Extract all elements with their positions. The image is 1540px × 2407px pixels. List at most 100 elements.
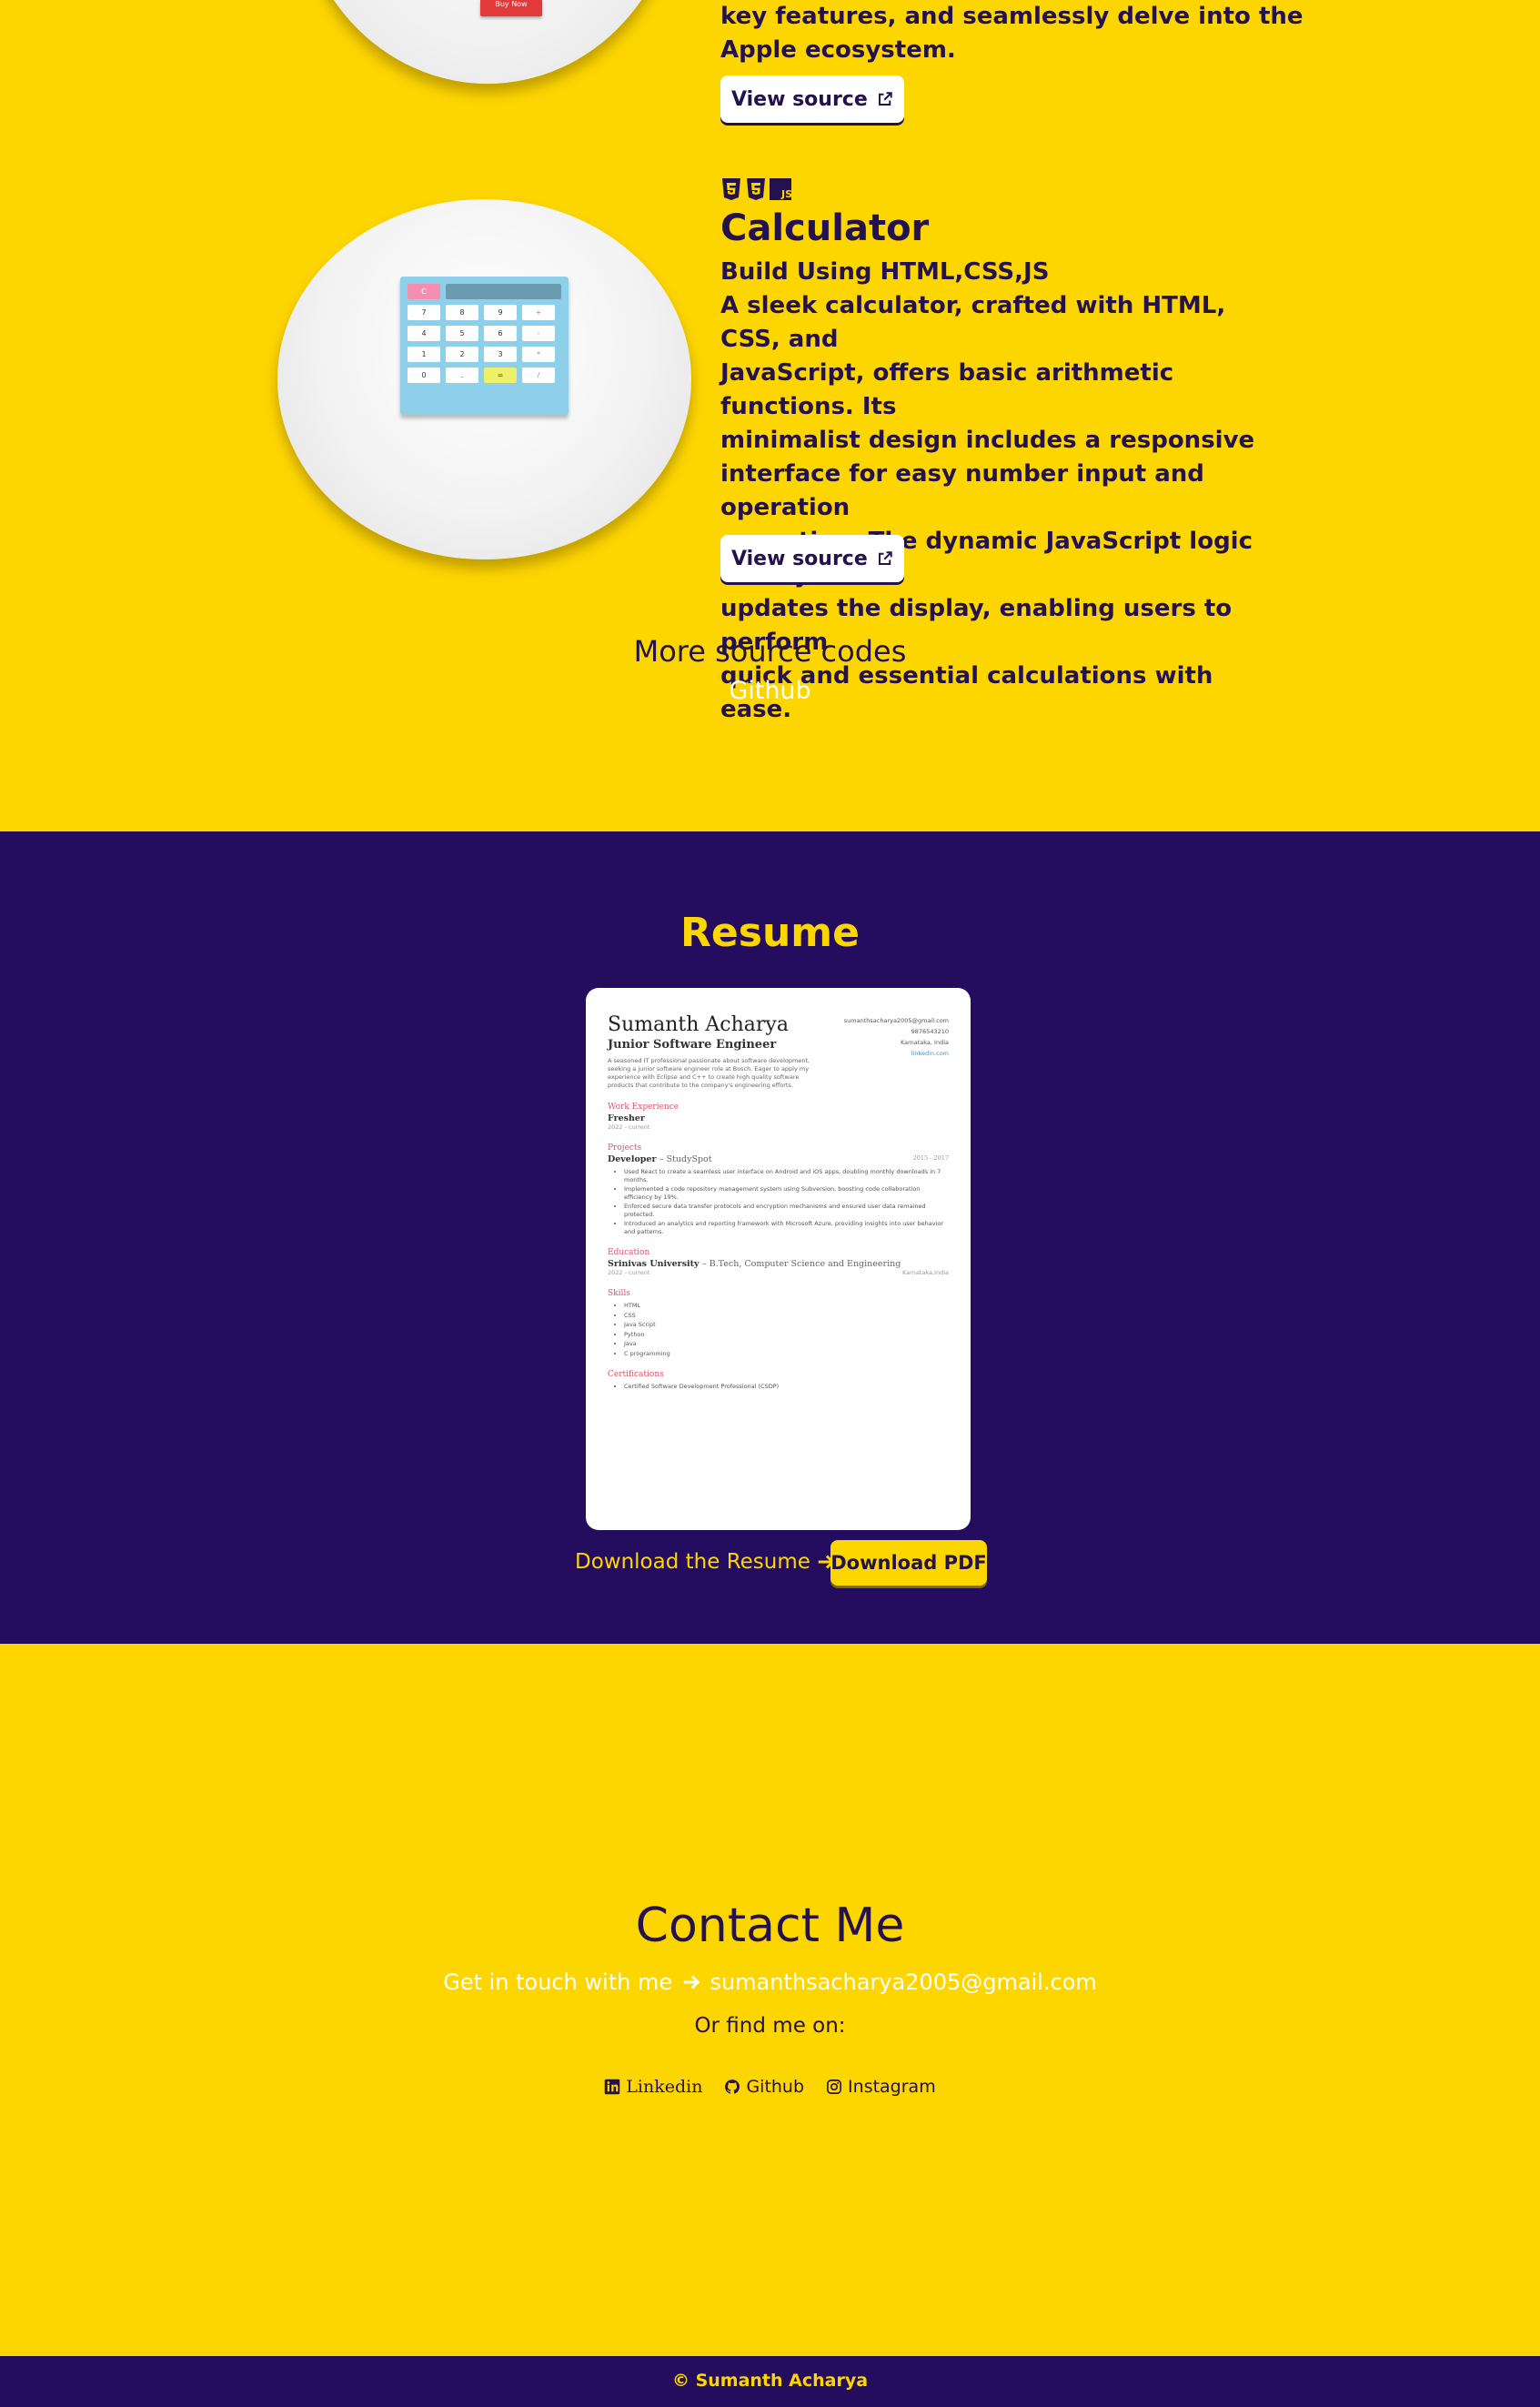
list-item: HTML — [624, 1302, 949, 1310]
resume-heading: Resume — [680, 910, 860, 956]
resume-project-role: Developer — [608, 1154, 657, 1164]
resume-project-name: StudySpot — [666, 1154, 712, 1164]
calc-desc-line: A sleek calculator, crafted with HTML, C… — [720, 292, 1226, 353]
calc-desc-line: interface for easy number input and oper… — [720, 460, 1204, 521]
projects-section: Buy Now key features, and seamlessly del… — [0, 0, 1540, 831]
resume-certifications-heading: Certifications — [608, 1370, 664, 1379]
calc-key: 0 — [408, 368, 440, 383]
more-source-codes-heading: More source codes — [633, 634, 907, 669]
github-icon — [725, 2080, 740, 2094]
arrow-right-icon — [683, 1975, 700, 1989]
calc-display — [446, 284, 561, 299]
list-item: Python — [624, 1331, 949, 1339]
resume-linkedin: linkedin.com — [911, 1050, 949, 1057]
calc-key: * — [522, 347, 555, 362]
resume-edu-date: 2022 - current — [608, 1269, 650, 1276]
resume-preview-card: Sumanth Acharya Junior Software Engineer… — [586, 988, 971, 1530]
calc-key: 8 — [446, 305, 478, 320]
list-item: Enforced secure data transfer protocols … — [624, 1203, 949, 1218]
resume-work-date: 2022 - current — [608, 1123, 650, 1131]
external-link-icon — [878, 551, 892, 565]
resume-project-date: 2015 - 2017 — [912, 1154, 949, 1162]
instagram-label: Instagram — [848, 2077, 936, 2097]
calc-key: / — [522, 368, 555, 383]
download-resume-text: Download the Resume — [575, 1550, 836, 1574]
list-item: Certified Software Development Professio… — [624, 1383, 949, 1391]
resume-email: sumanthsacharya2005@gmail.com — [843, 1017, 949, 1024]
copyright-text: © Sumanth Acharya — [671, 2371, 869, 2391]
external-link-icon — [878, 92, 892, 106]
list-item: Used React to create a seamless user int… — [624, 1168, 949, 1183]
calc-clear-key: C — [408, 284, 440, 299]
resume-school: Srinivas University — [608, 1259, 700, 1269]
resume-project-title: Developer – StudySpot 2015 - 2017 — [608, 1154, 949, 1164]
list-item: Implemented a code repository management… — [624, 1185, 949, 1201]
tech-icons: JS — [720, 177, 791, 201]
contact-prefix: Get in touch with me — [443, 1969, 673, 1995]
calculator-view-source-button[interactable]: View source — [720, 535, 904, 582]
find-me-text: Or find me on: — [694, 2014, 846, 2038]
email-link[interactable]: sumanthsacharya2005@gmail.com — [710, 1969, 1096, 1995]
calc-key: 7 — [408, 305, 440, 320]
resume-education-title: Srinivas University – B.Tech, Computer S… — [608, 1259, 901, 1269]
calc-desc-line: minimalist design includes a responsive — [720, 427, 1255, 454]
resume-work-heading: Work Experience — [608, 1103, 679, 1112]
buy-now-button: Buy Now — [480, 0, 542, 16]
linkedin-label: Linkedin — [626, 2077, 703, 2097]
resume-education-heading: Education — [608, 1248, 650, 1257]
resume-education-meta: 2022 - current Karnataka,India — [608, 1269, 949, 1276]
linkedin-link[interactable]: Linkedin — [604, 2077, 702, 2097]
download-pdf-button[interactable]: Download PDF — [830, 1540, 987, 1586]
calc-key-row: 0. = / — [408, 368, 561, 383]
resume-projects-heading: Projects — [608, 1143, 642, 1153]
resume-phone: 9876543210 — [911, 1028, 949, 1035]
resume-location: Karnataka, India — [900, 1039, 949, 1046]
github-social-link[interactable]: Github — [724, 2077, 804, 2097]
resume-work-role: Fresher — [608, 1113, 645, 1123]
calc-key-row: 456- — [408, 326, 561, 341]
calc-key-row: 1 2 3 * — [408, 347, 561, 362]
github-label: Github — [746, 2077, 805, 2097]
calc-key: 1 — [408, 347, 440, 362]
list-item: Introduced an analytics and reporting fr… — [624, 1220, 949, 1235]
calc-key: 4 — [408, 326, 440, 341]
calc-key: 9 — [484, 305, 517, 320]
download-resume-label: Download the Resume — [575, 1550, 810, 1574]
social-links: Linkedin Github Instagram — [0, 2077, 1540, 2097]
calc-key-row: 7 8 9 + — [408, 305, 561, 320]
contact-heading: Contact Me — [635, 1898, 905, 1953]
calc-key: 5 — [446, 326, 478, 341]
calc-key: . — [446, 368, 478, 383]
apple-description-line-2: Apple ecosystem. — [720, 36, 956, 64]
resume-skills-list: HTML CSS Java Script Python Java C progr… — [624, 1302, 949, 1357]
resume-edu-place: Karnataka,India — [902, 1269, 949, 1276]
linkedin-icon — [605, 2079, 620, 2095]
html5-icon — [722, 178, 740, 200]
apple-description-line-1: key features, and seamlessly delve into … — [720, 3, 1303, 30]
calc-key: 3 — [484, 347, 517, 362]
list-item: Java — [624, 1340, 949, 1348]
list-item: CSS — [624, 1312, 949, 1320]
resume-contact: sumanthsacharya2005@gmail.com 9876543210… — [844, 1015, 949, 1059]
view-source-label: View source — [731, 87, 868, 111]
js-label: JS — [780, 188, 791, 200]
javascript-icon: JS — [770, 178, 791, 200]
resume-degree: B.Tech, Computer Science and Engineering — [709, 1259, 901, 1269]
calc-key: 2 — [446, 347, 478, 362]
resume-summary: A seasoned IT professional passionate ab… — [608, 1057, 810, 1089]
calc-key: - — [522, 326, 555, 341]
resume-skills-heading: Skills — [608, 1289, 630, 1298]
list-item: Java Script — [624, 1321, 949, 1329]
resume-section: Resume Sumanth Acharya Junior Software E… — [0, 831, 1540, 1644]
calc-key: + — [522, 305, 555, 320]
instagram-link[interactable]: Instagram — [826, 2077, 936, 2097]
calc-key: = — [484, 368, 517, 383]
resume-project-bullets: Used React to create a seamless user int… — [624, 1168, 949, 1235]
list-item: C programming — [624, 1350, 949, 1358]
css3-icon — [747, 178, 765, 200]
calculator-subtitle: Build Using HTML,CSS,JS — [720, 258, 1050, 286]
apple-view-source-button[interactable]: View source — [720, 76, 904, 123]
instagram-icon — [827, 2080, 841, 2094]
contact-section: Contact Me Get in touch with me sumanths… — [0, 1644, 1540, 2356]
github-link[interactable]: Github — [0, 677, 1540, 705]
